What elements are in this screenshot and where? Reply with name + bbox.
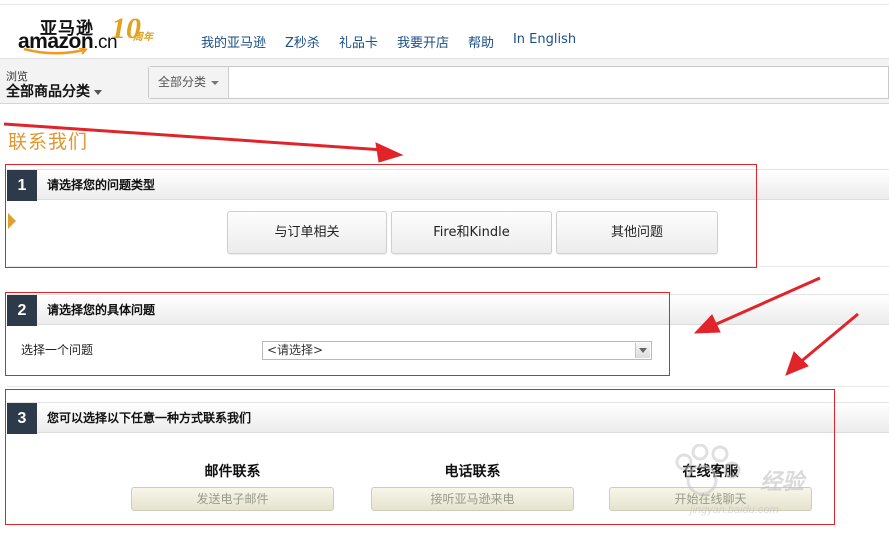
arrow-icon	[375, 142, 404, 163]
paw-icon	[675, 443, 741, 496]
watermark-url: jingyan.baidu.com	[690, 504, 779, 516]
watermark-text: 经验	[760, 470, 805, 495]
arrow-icon	[785, 351, 809, 376]
arrow-icon	[3, 122, 385, 152]
arrow-icon	[797, 312, 859, 366]
arrow-icon	[693, 314, 721, 334]
arrow-icon	[711, 276, 821, 328]
baidu-jingyan-watermark: 经验 jingyan.baidu.com	[672, 443, 844, 528]
